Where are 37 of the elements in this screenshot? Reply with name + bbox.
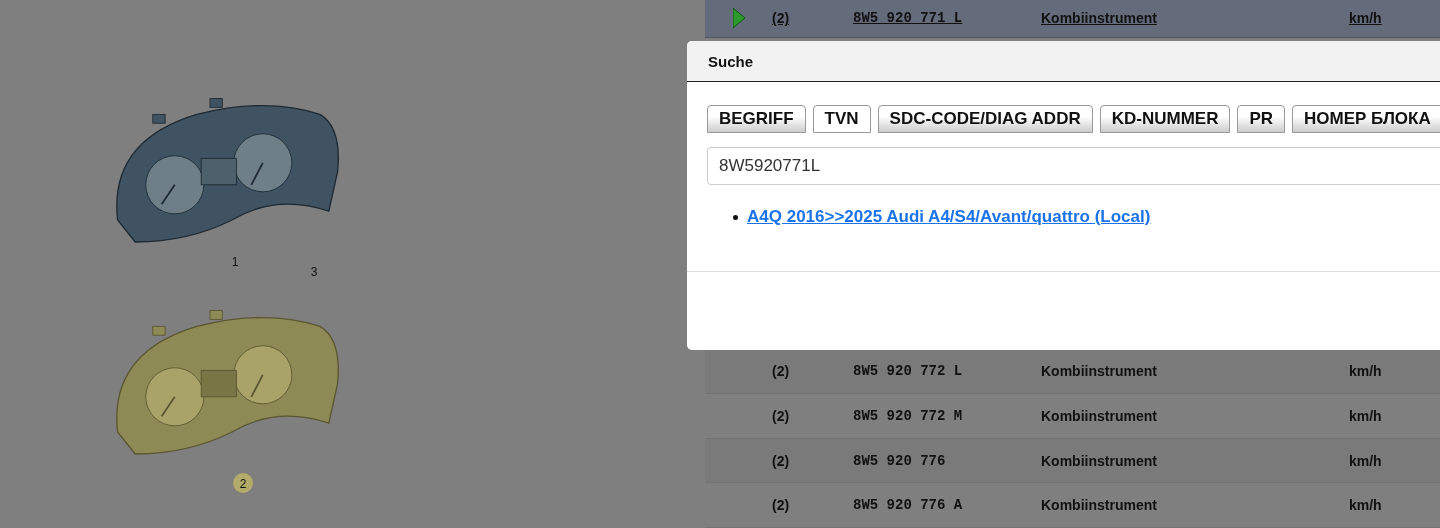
search-field[interactable]: 8W5920771L [707, 147, 1440, 185]
part-name-cell-text: Kombiinstrument [1041, 363, 1158, 380]
search-tab[interactable]: НОМЕР БЛОКА [1292, 105, 1440, 133]
quantity-cell-text: (2) [772, 10, 791, 27]
unit-cell: km/h [1349, 452, 1382, 469]
part-number-cell-text: 8W5 920 771 L [853, 10, 964, 27]
quantity-cell-text: (2) [772, 452, 791, 469]
callout-number[interactable]: 3 [310, 265, 318, 279]
unit-cell: km/h [1349, 497, 1382, 514]
search-tab[interactable]: TVN [812, 105, 871, 133]
unit-cell: km/h [1349, 10, 1382, 27]
part-number-cell-text: 8W5 920 772 L [853, 363, 964, 380]
table-row[interactable]: (2) 8W5 920 776 Kombiinstrument km/h [705, 438, 1440, 484]
bullet-icon [733, 214, 738, 220]
search-tab[interactable]: SDC-CODE/DIAG ADDR [877, 105, 1093, 133]
part-name-cell-text: Kombiinstrument [1041, 10, 1158, 27]
part-number-cell-text: 8W5 920 772 M [853, 408, 964, 425]
part-number-cell-text: 8W5 920 776 A [853, 497, 964, 514]
search-tab[interactable]: KD-NUMMER [1099, 105, 1231, 133]
part-number-cell-text: 8W5 920 776 [853, 452, 947, 469]
play-icon [732, 8, 745, 29]
table-row[interactable]: (2) 8W5 920 771 L Kombiinstrument km/h [705, 0, 1440, 38]
callout-number[interactable]: 1 [231, 255, 239, 269]
table-row[interactable]: (2) 8W5 920 772 L Kombiinstrument km/h [705, 349, 1440, 395]
unit-cell: km/h [1349, 363, 1382, 380]
part-name-cell-text: Kombiinstrument [1041, 408, 1158, 425]
search-tab[interactable]: PR [1237, 105, 1286, 133]
quantity-cell-text: (2) [772, 363, 791, 380]
unit-cell: km/h [1349, 408, 1382, 425]
quantity-cell-text: (2) [772, 497, 791, 514]
quantity-cell-text: (2) [772, 408, 791, 425]
part-name-cell-text: Kombiinstrument [1041, 452, 1158, 469]
callout-number[interactable]: 2 [239, 477, 247, 491]
search-tab[interactable]: BEGRIFF [707, 105, 806, 133]
dialog-title: Suche [708, 52, 753, 70]
result-link[interactable]: A4Q 2016>>2025 Audi A4/S4/Avant/quattro (Local) [747, 207, 1151, 227]
part-name-cell-text: Kombiinstrument [1041, 497, 1158, 514]
